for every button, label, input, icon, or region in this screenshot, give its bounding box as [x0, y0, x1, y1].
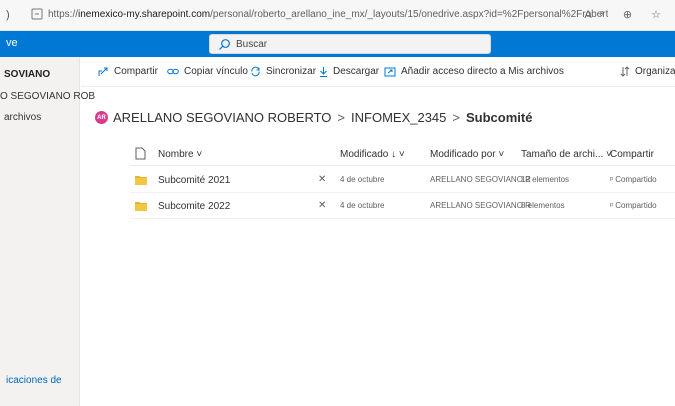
add-shortcut-label: Añadir acceso directo a Mis archivos [401, 66, 564, 77]
modified-date: 4 de octubre [340, 201, 385, 210]
breadcrumb: AR ARELLANO SEGOVIANO ROBERTO > INFOMEX_… [95, 110, 532, 125]
search-icon [219, 39, 230, 50]
link-icon [167, 68, 179, 75]
breadcrumb-current: Subcomité [465, 110, 533, 125]
modified-date: 4 de octubre [340, 175, 385, 184]
column-header-name[interactable]: Nombre ˅ [158, 149, 202, 160]
column-header-modified-by[interactable]: Modificado por ˅ [430, 149, 504, 160]
copy-link-label: Copiar vínculo [184, 66, 248, 77]
sharing-status[interactable]: ᵖ Compartido [610, 201, 657, 210]
modified-by: ARELLANO SEGOVIANO R [430, 175, 531, 184]
pin-icon[interactable]: ✕ [318, 200, 326, 211]
download-button[interactable]: Descargar [319, 66, 379, 77]
people-icon: ᵖ [610, 201, 614, 210]
search-input[interactable] [236, 37, 476, 52]
sharing-label: Compartido [615, 175, 657, 184]
nav-item-user-full[interactable]: O SEGOVIANO ROB [0, 91, 95, 102]
search-box[interactable] [209, 34, 491, 54]
modified-by: ARELLANO SEGOVIANO R [430, 201, 531, 210]
column-header-sharing[interactable]: Compartir [610, 149, 654, 160]
add-shortcut-button[interactable]: Añadir acceso directo a Mis archivos [384, 66, 564, 77]
nav-item-user[interactable]: SOVIANO [4, 69, 50, 80]
folder-icon [135, 202, 147, 211]
browser-toolbar-icons[interactable]: Aᵃ ⊕ ☆ [584, 8, 669, 21]
avatar: AR [95, 111, 108, 124]
file-name[interactable]: Subcomite 2022 [158, 201, 230, 212]
breadcrumb-item-user[interactable]: ARELLANO SEGOVIANO ROBERTO [113, 110, 331, 125]
people-icon: ᵖ [610, 175, 614, 184]
breadcrumb-item-infomex[interactable]: INFOMEX_2345 [351, 110, 446, 125]
lock-icon [31, 8, 43, 20]
share-button[interactable]: Compartir [98, 66, 158, 77]
share-icon [98, 67, 108, 76]
pin-icon[interactable]: ✕ [318, 174, 326, 185]
breadcrumb-separator: > [337, 110, 346, 125]
app-name[interactable]: ve [6, 37, 18, 49]
share-label: Compartir [114, 66, 158, 77]
copy-link-button[interactable]: Copiar vínculo [167, 66, 248, 77]
organize-label: Organizar [635, 66, 675, 77]
shortcut-icon [384, 67, 396, 77]
suite-header: ve [0, 31, 675, 57]
file-name[interactable]: Subcomité 2021 [158, 175, 230, 186]
file-type-icon[interactable] [135, 147, 146, 160]
table-row[interactable]: Subcomité 2021 ✕ 4 de octubre ARELLANO S… [130, 167, 675, 193]
column-header-modified[interactable]: Modificado ↓ ˅ [340, 149, 405, 160]
nav-item-apps[interactable]: icaciones de [6, 375, 62, 386]
sort-icon [620, 66, 630, 77]
breadcrumb-separator: > [452, 110, 460, 125]
nav-item-files[interactable]: archivos [4, 112, 41, 123]
file-size: 8 elementos [521, 201, 565, 210]
table-row[interactable]: Subcomite 2022 ✕ 4 de octubre ARELLANO S… [130, 193, 675, 219]
browser-address-bar: ) https://inemexico-my.sharepoint.com/pe… [0, 0, 675, 31]
column-header-size[interactable]: Tamaño de archi... ˅ [521, 149, 612, 160]
sync-button[interactable]: Sincronizar [250, 66, 316, 77]
download-label: Descargar [333, 66, 380, 77]
sync-label: Sincronizar [266, 66, 317, 77]
organize-button[interactable]: Organizar [620, 66, 675, 77]
sharing-status[interactable]: ᵖ Compartido [610, 175, 657, 184]
file-list-header: Nombre ˅ Modificado ↓ ˅ Modificado por ˅… [130, 142, 675, 166]
sync-icon [251, 66, 260, 77]
back-glyph[interactable]: ) [6, 9, 10, 21]
sharing-label: Compartido [615, 201, 657, 210]
address-url[interactable]: https://inemexico-my.sharepoint.com/pers… [48, 9, 608, 20]
file-size: 12 elementos [521, 175, 570, 184]
folder-icon [135, 176, 147, 185]
download-icon [320, 67, 327, 77]
command-bar: Compartir Copiar vínculo Sincronizar Des… [81, 57, 675, 87]
left-navigation: SOVIANO O SEGOVIANO ROB archivos icacion… [0, 57, 95, 406]
